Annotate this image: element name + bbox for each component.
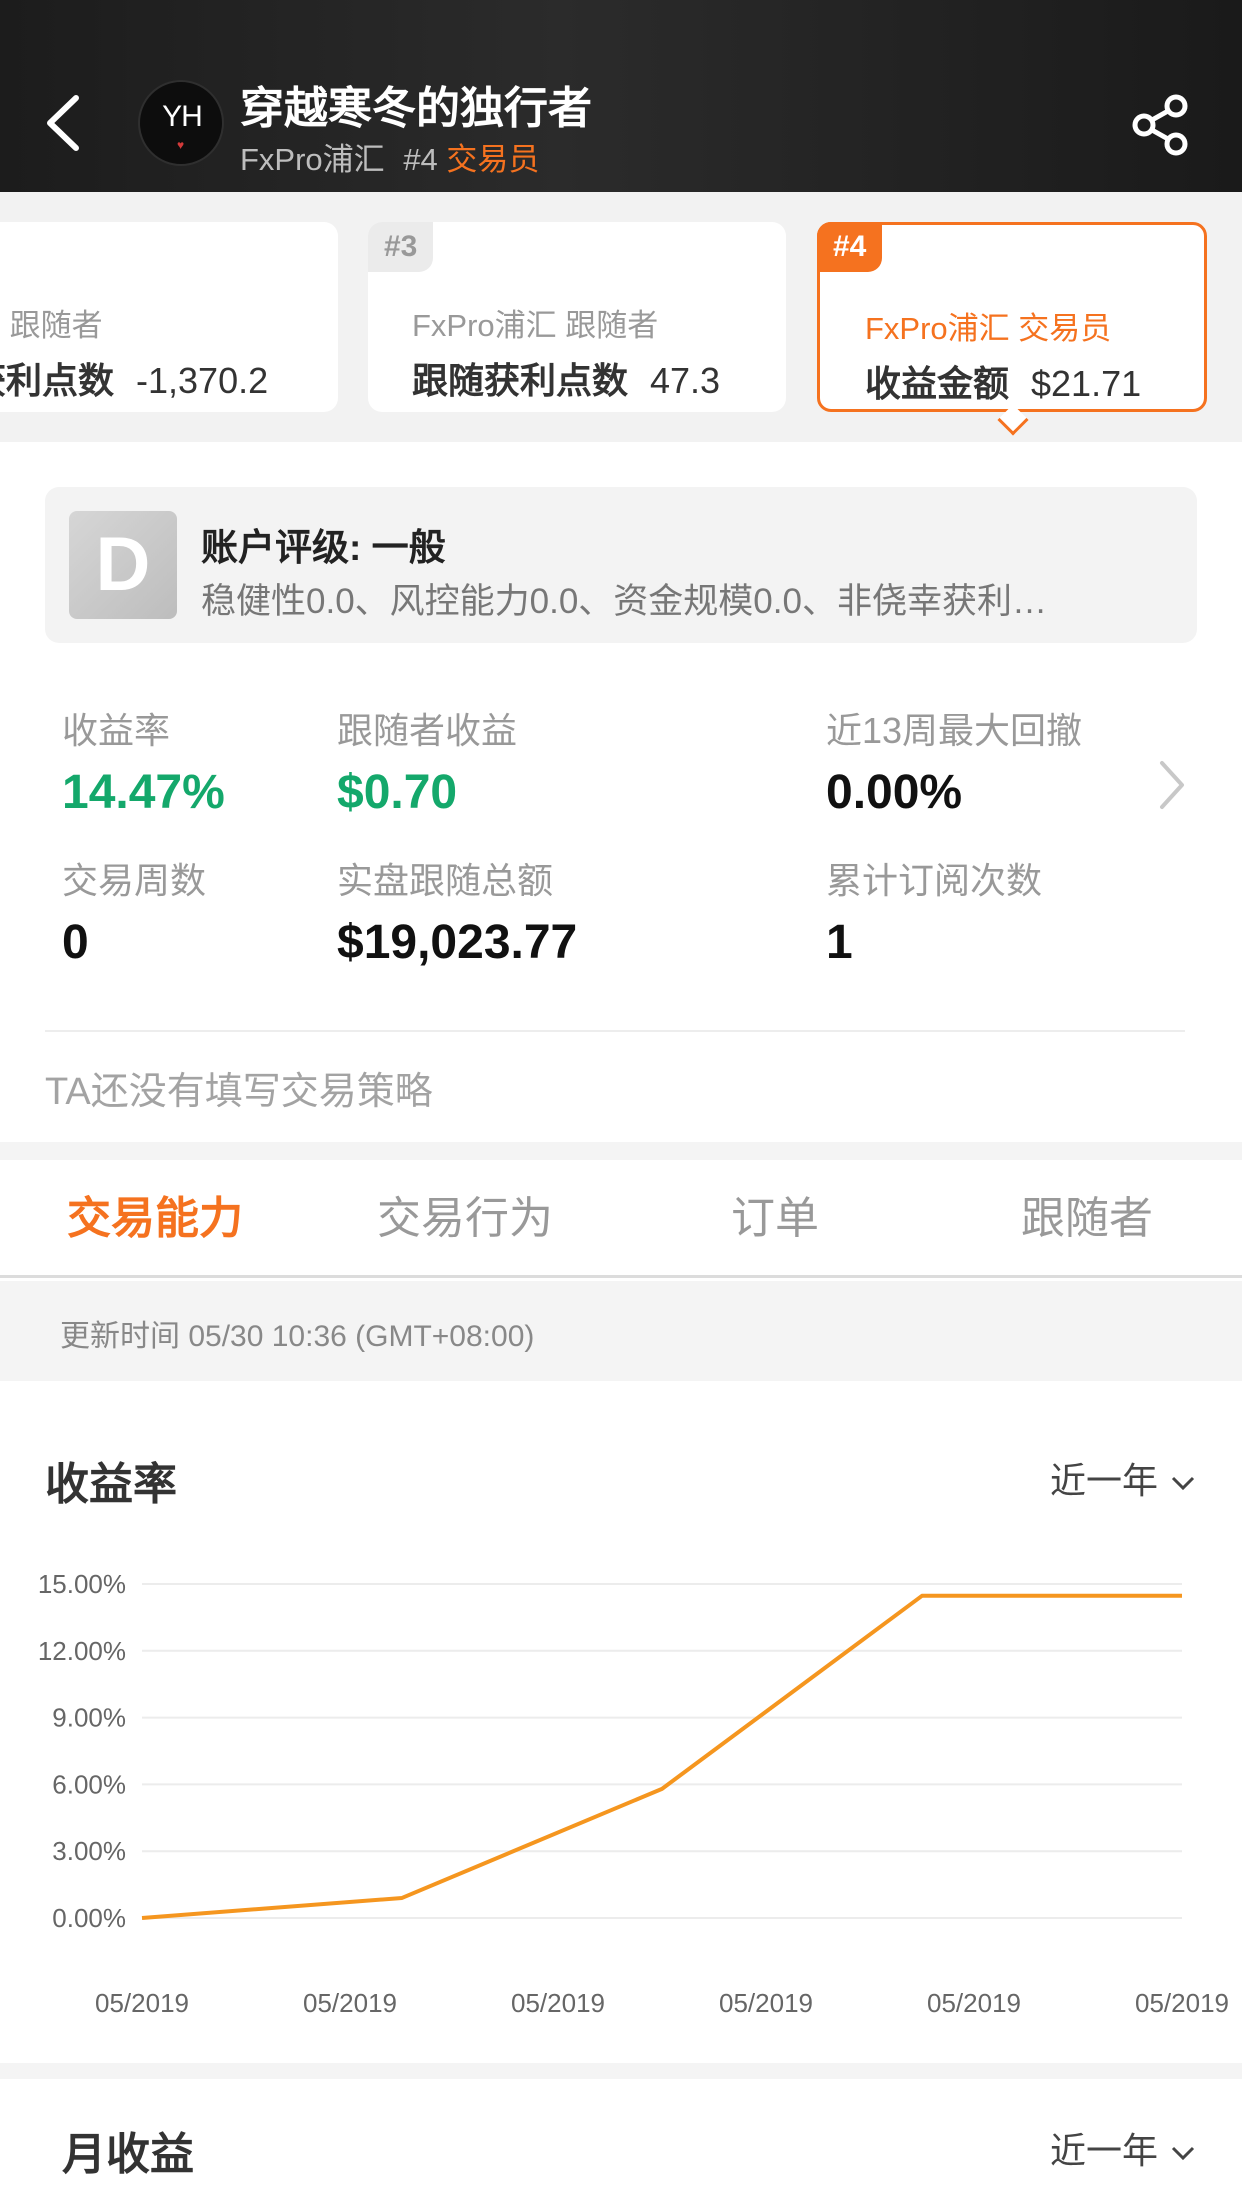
max-drawdown-value: 0.00% <box>826 766 963 819</box>
monthly-return-title: 月收益 <box>62 2130 194 2179</box>
card-metric: 跟随获利点数 47.3 <box>412 352 720 404</box>
x-tick-label: 05/2019 <box>511 1988 605 2018</box>
divider <box>45 1030 1185 1032</box>
return-rate-label: 收益率 <box>62 710 171 751</box>
rating-title: 账户评级: 一般 <box>201 527 446 568</box>
heart-icon: ♥ <box>177 138 185 152</box>
x-tick-label: 05/2019 <box>95 1988 189 2018</box>
monthly-range-label: 近一年 <box>1050 2130 1159 2171</box>
series-line <box>141 1593 1182 1920</box>
tab-bar: 交易能力 交易行为 订单 跟随者 <box>0 1160 1242 1278</box>
return-chart-title: 收益率 <box>45 1460 177 1509</box>
profile-header: YH ♥ 穿越寒冬的独行者 FxPro浦汇 #4 交易员 <box>0 0 1242 192</box>
tab-trading-ability[interactable]: 交易能力 <box>0 1160 310 1278</box>
real-follow-total-value: $19,023.77 <box>337 916 578 969</box>
card-metric-value: $21.71 <box>1031 363 1142 404</box>
subscriptions-value: 1 <box>826 916 853 969</box>
trade-weeks-value: 0 <box>62 916 89 969</box>
rank-badge: #4 <box>817 222 883 272</box>
return-range-select[interactable]: 近一年 <box>1050 1452 1196 1504</box>
monthly-range-select[interactable]: 近一年 <box>1050 2122 1196 2174</box>
role-label: 交易员 <box>446 142 540 177</box>
avatar[interactable]: YH ♥ <box>138 80 224 166</box>
card-metric-value: -1,370.2 <box>136 360 269 401</box>
card-metric-value: 47.3 <box>650 360 721 401</box>
update-bar: 更新时间 05/30 10:36 (GMT+08:00) <box>0 1281 1242 1381</box>
broker-cards: 户 跟随者 获利点数 -1,370.2 #3 FxPro浦汇 跟随者 跟随获利点数… <box>0 192 1242 442</box>
real-follow-total-label: 实盘跟随总额 <box>337 860 554 901</box>
trade-weeks-label: 交易周数 <box>62 860 207 901</box>
update-time: 更新时间 05/30 10:36 (GMT+08:00) <box>60 1320 535 1353</box>
chevron-down-icon <box>1171 1477 1195 1491</box>
max-drawdown-label: 近13周最大回撤 <box>826 710 1083 751</box>
chevron-down-icon <box>1171 2147 1195 2161</box>
x-tick-label: 05/2019 <box>1135 1988 1229 2018</box>
section-gap <box>0 2063 1242 2079</box>
x-tick-label: 05/2019 <box>719 1988 813 2018</box>
account-rating[interactable]: D 账户评级: 一般 稳健性0.0、风控能力0.0、资金规模0.0、非侥幸获利… <box>45 487 1197 643</box>
card-metric: 收益金额 $21.71 <box>865 355 1141 407</box>
y-tick-label: 15.00% <box>38 1569 126 1599</box>
return-line-chart: 15.00% 12.00% 9.00% 6.00% 3.00% 0.00% 05/2019 0… <box>38 1569 1229 2018</box>
card-metric-label: 收益金额 <box>865 363 1010 404</box>
strategy-text: TA还没有填写交易策略 <box>45 1071 433 1113</box>
grade-badge: D <box>69 511 177 619</box>
broker-card-1[interactable]: 户 跟随者 获利点数 -1,370.2 <box>0 222 338 412</box>
page: YH ♥ 穿越寒冬的独行者 FxPro浦汇 #4 交易员 户 跟随者 获利点数-… <box>0 0 1242 2208</box>
card-subtitle: FxPro浦汇 交易员 <box>865 311 1112 346</box>
rating-description: 稳健性0.0、风控能力0.0、资金规模0.0、非侥幸获利… <box>201 582 1047 621</box>
card-subtitle: 户 跟随者 <box>0 308 103 343</box>
return-range-label: 近一年 <box>1050 1460 1159 1501</box>
broker-card-2[interactable]: #3 FxPro浦汇 跟随者 跟随获利点数 47.3 <box>368 222 786 412</box>
tab-trading-behavior[interactable]: 交易行为 <box>310 1160 620 1278</box>
share-icon[interactable] <box>1126 90 1196 160</box>
rank-label: #4 <box>403 142 438 177</box>
y-tick-label: 6.00% <box>52 1769 126 1799</box>
y-tick-label: 3.00% <box>52 1836 126 1866</box>
card-pointer <box>997 404 1029 436</box>
rank-badge: #3 <box>368 222 434 272</box>
card-subtitle: FxPro浦汇 跟随者 <box>412 308 659 343</box>
y-tick-label: 0.00% <box>52 1903 126 1933</box>
chevron-right-icon[interactable] <box>1152 755 1192 815</box>
broker-card-3-selected[interactable]: #4 FxPro浦汇 交易员 收益金额 $21.71 <box>817 222 1207 436</box>
return-rate-value: 14.47% <box>62 766 225 819</box>
x-tick-label: 05/2019 <box>927 1988 1021 2018</box>
x-tick-label: 05/2019 <box>303 1988 397 2018</box>
y-tick-label: 9.00% <box>52 1703 126 1733</box>
avatar-logo: YH <box>162 100 203 133</box>
user-name: 穿越寒冬的独行者 <box>240 84 592 133</box>
y-tick-label: 12.00% <box>38 1636 126 1666</box>
tab-followers[interactable]: 跟随者 <box>932 1160 1242 1278</box>
follower-profit-value: $0.70 <box>337 766 458 819</box>
card-metric-label: 获利点数 <box>0 360 115 401</box>
card-metric-label: 跟随获利点数 <box>412 360 629 401</box>
broker-name: FxPro浦汇 <box>240 142 385 177</box>
card-metric: 获利点数 -1,370.2 <box>0 352 268 404</box>
follower-profit-label: 跟随者收益 <box>337 710 518 751</box>
subscriptions-label: 累计订阅次数 <box>826 860 1043 901</box>
back-icon[interactable] <box>36 88 96 158</box>
user-subtitle: FxPro浦汇 #4 交易员 <box>240 134 539 179</box>
tab-orders[interactable]: 订单 <box>620 1160 930 1278</box>
section-gap <box>0 1142 1242 1160</box>
